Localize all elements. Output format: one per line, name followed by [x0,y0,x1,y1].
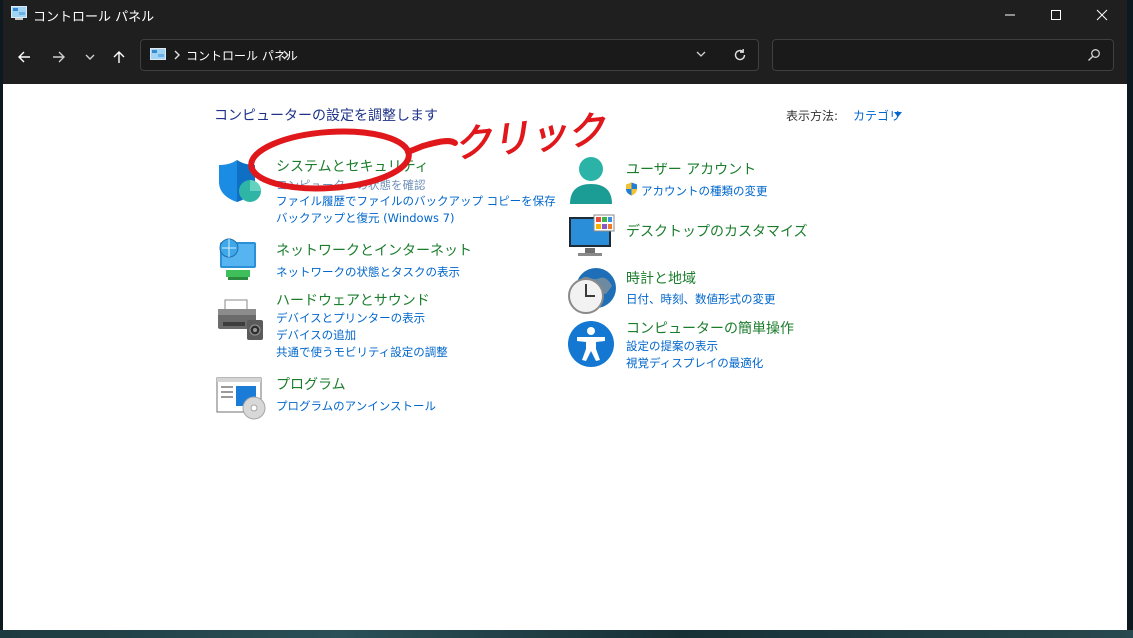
maximize-button[interactable] [1033,0,1079,30]
category-desktop-customization[interactable]: デスクトップのカスタマイズ [626,221,808,241]
maximize-icon [1051,10,1061,20]
link-check-computer-status[interactable]: コンピューターの状態を確認 [276,177,426,193]
network-icon [219,238,256,280]
desktop-icon [569,214,615,256]
minimize-button[interactable] [987,0,1033,30]
refresh-icon[interactable] [732,47,748,63]
up-button[interactable] [106,44,132,70]
link-network-status[interactable]: ネットワークの状態とタスクの表示 [276,264,460,280]
address-bar[interactable]: コントロール パネル [140,39,759,71]
page-title: コンピューターの設定を調整します [214,108,438,124]
control-panel-icon [11,6,27,20]
search-input[interactable] [779,44,1083,68]
chevron-down-icon[interactable] [694,47,708,61]
close-icon [1096,9,1108,21]
window-title: コントロール パネル [33,10,155,25]
search-icon[interactable] [1087,48,1101,62]
link-settings-suggestions[interactable]: 設定の提案の表示 [626,338,718,354]
arrow-left-icon [18,51,30,63]
clock-globe-icon [568,268,616,314]
link-mobility-settings[interactable]: 共通で使うモビリティ設定の調整 [276,344,448,360]
category-hardware-sound[interactable]: ハードウェアとサウンド [276,290,430,310]
close-button[interactable] [1079,0,1125,30]
category-system-security[interactable]: システムとセキュリティ [276,156,429,176]
control-panel-window: コントロール パネル コントロール パネル コンピューターの設定を調整します 表… [3,0,1127,630]
category-ease-of-access[interactable]: コンピューターの簡単操作 [626,318,794,338]
accessibility-icon [568,321,614,367]
link-file-history-backup[interactable]: ファイル履歴でファイルのバックアップ コピーを保存 [276,193,556,209]
arrow-up-icon [113,51,125,63]
uac-shield-icon [626,182,637,196]
dropdown-arrow-icon[interactable] [894,112,902,117]
link-optimize-visual-display[interactable]: 視覚ディスプレイの最適化 [626,355,763,371]
link-add-device[interactable]: デバイスの追加 [276,327,356,343]
chevron-right-icon[interactable] [282,50,290,60]
arrow-right-icon [53,51,65,63]
back-button[interactable] [11,44,37,70]
link-change-account-type[interactable]: アカウントの種類の変更 [641,183,768,199]
category-user-accounts[interactable]: ユーザー アカウント [626,159,756,179]
forward-button[interactable] [46,44,72,70]
search-box[interactable] [772,39,1114,71]
user-icon [570,157,612,204]
shield-icon [219,160,261,202]
navigation-bar: コントロール パネル [3,30,1127,84]
link-backup-restore[interactable]: バックアップと復元 (Windows 7) [276,210,454,226]
chevron-down-icon [85,54,95,60]
category-clock-region[interactable]: 時計と地域 [626,268,696,288]
control-panel-icon [150,48,166,60]
programs-icon [216,377,266,420]
category-network-internet[interactable]: ネットワークとインターネット [276,240,472,260]
printer-icon [218,299,263,340]
desktop-background [0,630,1133,638]
link-uninstall-program[interactable]: プログラムのアンインストール [276,398,436,414]
category-programs[interactable]: プログラム [276,374,346,394]
content-area: コンピューターの設定を調整します 表示方法: カテゴリ システムとセキュリティ … [3,84,1127,630]
recent-locations-button[interactable] [77,44,103,70]
minimize-icon [1005,14,1015,16]
link-change-date-time-format[interactable]: 日付、時刻、数値形式の変更 [626,291,776,307]
view-by-label: 表示方法: [786,109,839,123]
link-devices-printers[interactable]: デバイスとプリンターの表示 [276,310,425,326]
chevron-right-icon [174,50,180,60]
title-bar: コントロール パネル [3,0,1127,30]
